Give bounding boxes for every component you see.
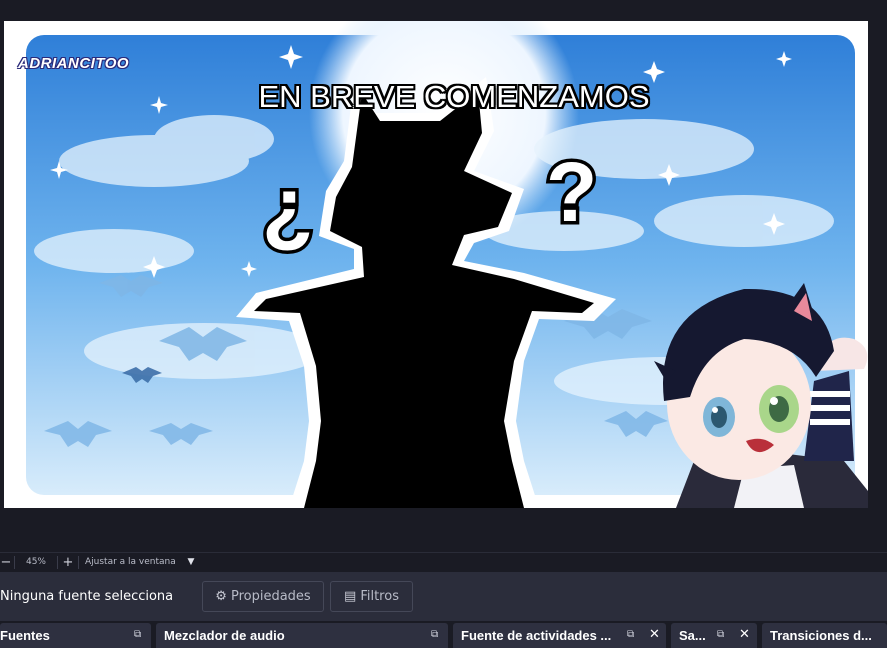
source-context-bar: Ninguna fuente selecciona ⚙ Propiedades …: [0, 571, 887, 621]
zoom-divider: [78, 555, 79, 569]
dock-activity-feed[interactable]: Fuente de actividades ... ⧉ ✕: [453, 623, 666, 648]
float-icon[interactable]: ⧉: [431, 629, 438, 640]
zoom-divider: [14, 555, 15, 569]
zoom-in-button[interactable]: +: [60, 553, 76, 572]
chevron-down-icon[interactable]: ▼: [181, 553, 201, 572]
dock-title: Mezclador de audio: [164, 628, 285, 643]
dock-title: Fuente de actividades ...: [461, 628, 612, 643]
float-icon[interactable]: ⧉: [134, 629, 141, 640]
channel-logo: ADRIANCITOO: [18, 55, 130, 72]
zoom-level: 45%: [25, 557, 46, 567]
dock-transitions[interactable]: Transiciones d...: [762, 623, 887, 648]
dock-title: Transiciones d...: [770, 628, 872, 643]
stream-canvas[interactable]: ¿ ? ADRIANCITOO EN BREVE COMENZAMOS: [4, 21, 868, 508]
stream-headline: EN BREVE COMENZAMOS: [258, 79, 650, 114]
dock-tabs: Fuentes ⧉ Mezclador de audio ⧉ Fuente de…: [0, 621, 887, 648]
zoom-divider: [57, 555, 58, 569]
inverted-question-mark: ¿: [262, 160, 313, 254]
dock-audio-mixer[interactable]: Mezclador de audio ⧉: [156, 623, 448, 648]
dock-scenes[interactable]: Sa... ⧉ ✕: [671, 623, 757, 648]
dock-title: Fuentes: [0, 628, 50, 643]
float-icon[interactable]: ⧉: [717, 629, 724, 640]
properties-label: Propiedades: [230, 589, 311, 604]
preview-area[interactable]: ¿ ? ADRIANCITOO EN BREVE COMENZAMOS: [0, 0, 887, 552]
filters-button[interactable]: ▤ Filtros: [330, 581, 413, 612]
fit-to-window-button[interactable]: Ajustar a la ventana: [81, 553, 181, 572]
dock-sources[interactable]: Fuentes ⧉: [0, 623, 151, 648]
obs-window: ¿ ? ADRIANCITOO EN BREVE COMENZAMOS − 45…: [0, 0, 887, 648]
dock-title: Sa...: [679, 628, 706, 643]
zoom-out-button[interactable]: −: [0, 553, 12, 572]
top-strip: [0, 0, 887, 20]
close-icon[interactable]: ✕: [649, 627, 660, 642]
properties-button[interactable]: ⚙ Propiedades: [202, 581, 324, 612]
question-mark: ?: [546, 145, 597, 239]
preview-scrollbar[interactable]: [868, 21, 887, 508]
filter-icon: ▤: [344, 589, 357, 604]
zoom-bar: − 45% + Ajustar a la ventana ▼: [0, 552, 887, 571]
float-icon[interactable]: ⧉: [627, 629, 634, 640]
gear-icon: ⚙: [215, 589, 227, 604]
filters-label: Filtros: [360, 589, 399, 604]
no-source-label: Ninguna fuente selecciona: [0, 589, 174, 604]
close-icon[interactable]: ✕: [739, 627, 750, 642]
